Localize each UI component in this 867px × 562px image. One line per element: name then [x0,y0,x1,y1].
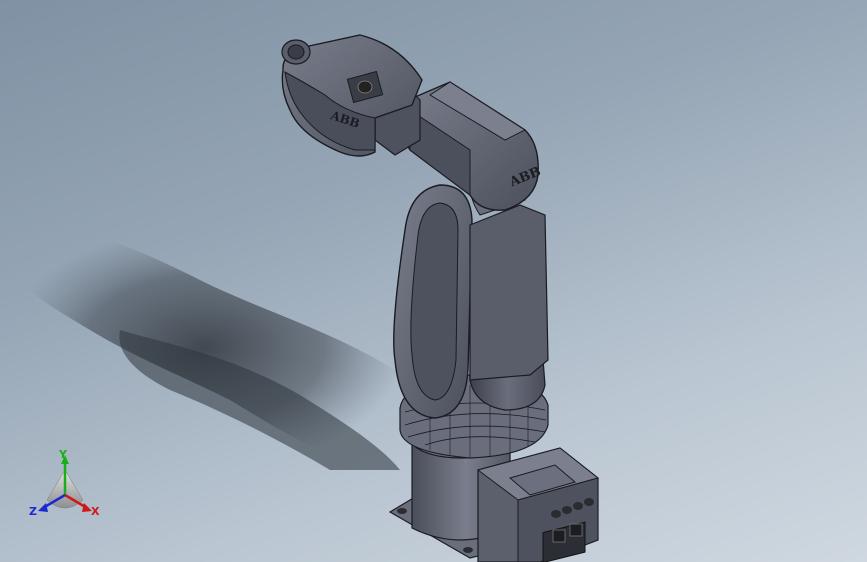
z-axis-label: Z [29,505,37,518]
upper-arm-link[interactable] [393,184,473,419]
x-axis-label: X [91,505,100,518]
wrist-assembly[interactable]: ABB [281,34,423,157]
model-scene[interactable]: ABB ABB Y X Z [0,0,867,562]
y-axis-label: Y [58,448,68,461]
z-axis-arrow [38,503,48,512]
graphics-viewport[interactable]: ABB ABB Y X Z [0,0,867,562]
connector-box[interactable] [476,447,600,562]
ground-shadow [3,226,406,470]
coordinate-triad[interactable]: Y X Z [29,448,100,518]
